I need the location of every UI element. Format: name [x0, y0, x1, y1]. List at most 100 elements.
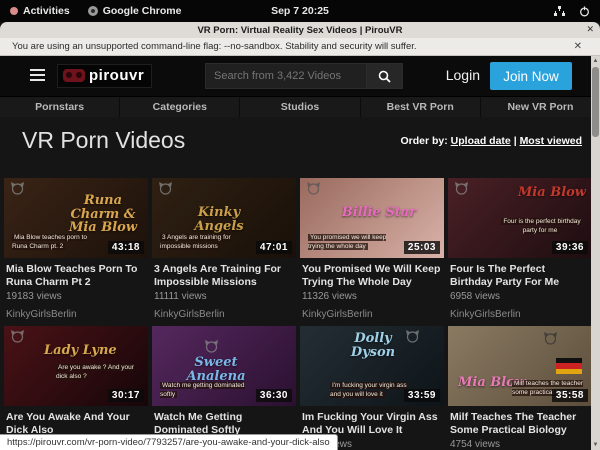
login-link[interactable]: Login — [446, 67, 480, 83]
video-views: 6958 views — [448, 291, 592, 302]
video-thumbnail[interactable]: Lady Lyne Are you awake ? And your dick … — [4, 326, 148, 406]
browser-tab-strip: VR Porn: Virtual Reality Sex Videos | Pi… — [0, 22, 600, 38]
video-title[interactable]: Are You Awake And Your Dick Also — [4, 411, 148, 436]
thumbnail-overlay-title: Dolly Dyson — [334, 332, 412, 359]
order-by-label: Order by: — [400, 135, 447, 147]
duration-badge: 30:17 — [108, 389, 144, 402]
chrome-icon — [88, 6, 98, 16]
thumbnail-caption: Are you awake ? And your dick also ? — [56, 363, 142, 383]
vr-goggles-icon — [63, 69, 85, 82]
video-title[interactable]: Im Fucking Your Virgin Ass And You Will … — [300, 411, 444, 436]
video-card: Billie Star You promised we will keep tr… — [300, 178, 444, 320]
video-title[interactable]: Four Is The Perfect Birthday Party For M… — [448, 263, 592, 288]
video-views: 4754 views — [448, 439, 592, 450]
scrollbar-up-icon[interactable]: ▲ — [591, 56, 600, 66]
thumbnail-caption: Four is the perfect birthday party for m… — [498, 217, 584, 237]
thumbnail-caption: You promised we will keep trying the who… — [308, 233, 394, 253]
scrollbar-down-icon[interactable]: ▼ — [591, 440, 600, 450]
duration-badge: 47:01 — [256, 241, 292, 254]
nav-item-new-vr-porn[interactable]: New VR Porn — [481, 97, 600, 117]
video-card: Mia Blow Milf teaches the teacher some p… — [448, 326, 592, 450]
video-studio-link[interactable]: KinkyGirlsBerlin — [300, 309, 444, 320]
tab-title[interactable]: VR Porn: Virtual Reality Sex Videos | Pi… — [0, 25, 600, 36]
menu-icon[interactable] — [30, 69, 45, 84]
video-thumbnail[interactable]: Sweet Analena Watch me getting dominated… — [152, 326, 296, 406]
thumbnail-caption: 3 Angels are training for impossible mis… — [160, 233, 246, 253]
video-title[interactable]: You Promised We Will Keep Trying The Who… — [300, 263, 444, 288]
search-icon — [378, 70, 391, 83]
thumbnail-overlay-title: Mia Blow — [518, 186, 586, 200]
page-title: VR Porn Videos — [22, 127, 185, 154]
join-now-button[interactable]: Join Now — [490, 62, 572, 90]
video-views: 11111 views — [152, 291, 296, 302]
video-thumbnail[interactable]: Dolly Dyson I'm fucking your virgin ass … — [300, 326, 444, 406]
site-logo[interactable]: pirouvr — [57, 64, 152, 88]
video-title[interactable]: Watch Me Getting Dominated Softly — [152, 411, 296, 436]
duration-badge: 36:30 — [256, 389, 292, 402]
thumbnail-overlay-title: Mia Blow — [458, 376, 526, 390]
studio-watermark-icon — [306, 182, 321, 200]
studio-watermark-icon — [158, 182, 173, 200]
status-bar-url: https://pirouvr.com/vr-porn-video/779325… — [0, 434, 338, 450]
video-title[interactable]: Mia Blow Teaches Porn To Runa Charm Pt 2 — [4, 263, 148, 288]
web-page: pirouvr Login Join Now Pornstars Categor… — [0, 56, 600, 450]
nav-item-categories[interactable]: Categories — [120, 97, 240, 117]
duration-badge: 25:03 — [404, 241, 440, 254]
thumbnail-caption: Mia Blow teaches porn to Runa Charm pt. … — [12, 233, 98, 253]
infobar-message: You are using an unsupported command-lin… — [0, 41, 574, 52]
network-icon[interactable] — [554, 6, 565, 17]
thumbnail-overlay-title: Lady Lyne — [44, 344, 117, 358]
video-card: Sweet Analena Watch me getting dominated… — [152, 326, 296, 450]
power-icon[interactable] — [579, 6, 590, 17]
nav-item-pornstars[interactable]: Pornstars — [0, 97, 120, 117]
video-thumbnail[interactable]: Runa Charm & Mia Blow Mia Blow teaches p… — [4, 178, 148, 258]
studio-watermark-icon — [543, 332, 558, 350]
video-studio-link[interactable]: KinkyGirlsBerlin — [4, 309, 148, 320]
video-thumbnail[interactable]: Kinky Angels 3 Angels are training for i… — [152, 178, 296, 258]
order-by-upload-date-link[interactable]: Upload date — [451, 135, 511, 147]
video-studio-link[interactable]: KinkyGirlsBerlin — [448, 309, 592, 320]
video-thumbnail[interactable]: Billie Star You promised we will keep tr… — [300, 178, 444, 258]
duration-badge: 35:58 — [552, 389, 588, 402]
studio-watermark-icon — [10, 182, 25, 200]
app-menu-button[interactable]: Google Chrome — [88, 5, 182, 17]
sandbox-warning-infobar: You are using an unsupported command-lin… — [0, 38, 600, 56]
activities-button[interactable]: Activities — [10, 5, 70, 17]
video-views: 19183 views — [4, 291, 148, 302]
order-by-separator: | — [514, 135, 517, 147]
video-studio-link[interactable]: KinkyGirlsBerlin — [152, 309, 296, 320]
thumbnail-overlay-title: Kinky Angels — [180, 206, 258, 233]
video-card: Runa Charm & Mia Blow Mia Blow teaches p… — [4, 178, 148, 320]
desktop-top-bar: Activities Google Chrome Sep 7 20:25 — [0, 0, 600, 22]
site-header: pirouvr Login Join Now — [0, 56, 600, 96]
video-thumbnail[interactable]: Mia Blow Four is the perfect birthday pa… — [448, 178, 592, 258]
video-title[interactable]: Milf Teaches The Teacher Some Practical … — [448, 411, 592, 436]
studio-watermark-icon — [10, 330, 25, 348]
thumbnail-overlay-title: Runa Charm & Mia Blow — [64, 194, 142, 235]
search-input[interactable] — [205, 63, 367, 89]
browser-scrollbar[interactable]: ▲ ▼ — [591, 56, 600, 450]
video-card: Lady Lyne Are you awake ? And your dick … — [4, 326, 148, 450]
nav-item-best-vr-porn[interactable]: Best VR Porn — [361, 97, 481, 117]
scrollbar-thumb[interactable] — [592, 67, 599, 137]
studio-watermark-icon — [405, 330, 420, 348]
video-card: Kinky Angels 3 Angels are training for i… — [152, 178, 296, 320]
german-flag-icon — [556, 358, 582, 374]
duration-badge: 33:59 — [404, 389, 440, 402]
nav-item-studios[interactable]: Studios — [240, 97, 360, 117]
logo-text: pirouvr — [89, 67, 144, 84]
thumbnail-overlay-title: Billie Star — [342, 206, 416, 220]
search-button[interactable] — [367, 63, 403, 89]
studio-watermark-icon — [454, 182, 469, 200]
thumbnail-overlay-title: Sweet Analena — [168, 356, 264, 383]
video-thumbnail[interactable]: Mia Blow Milf teaches the teacher some p… — [448, 326, 592, 406]
infobar-close-icon[interactable]: ✕ — [574, 41, 600, 52]
main-nav: Pornstars Categories Studios Best VR Por… — [0, 96, 600, 117]
activities-label: Activities — [23, 5, 70, 17]
video-card: Dolly Dyson I'm fucking your virgin ass … — [300, 326, 444, 450]
recording-dot-icon — [10, 7, 18, 15]
tab-close-icon[interactable]: ✕ — [586, 24, 594, 35]
order-by-most-viewed-link[interactable]: Most viewed — [520, 135, 582, 147]
video-title[interactable]: 3 Angels Are Training For Impossible Mis… — [152, 263, 296, 288]
studio-watermark-icon — [204, 340, 219, 358]
